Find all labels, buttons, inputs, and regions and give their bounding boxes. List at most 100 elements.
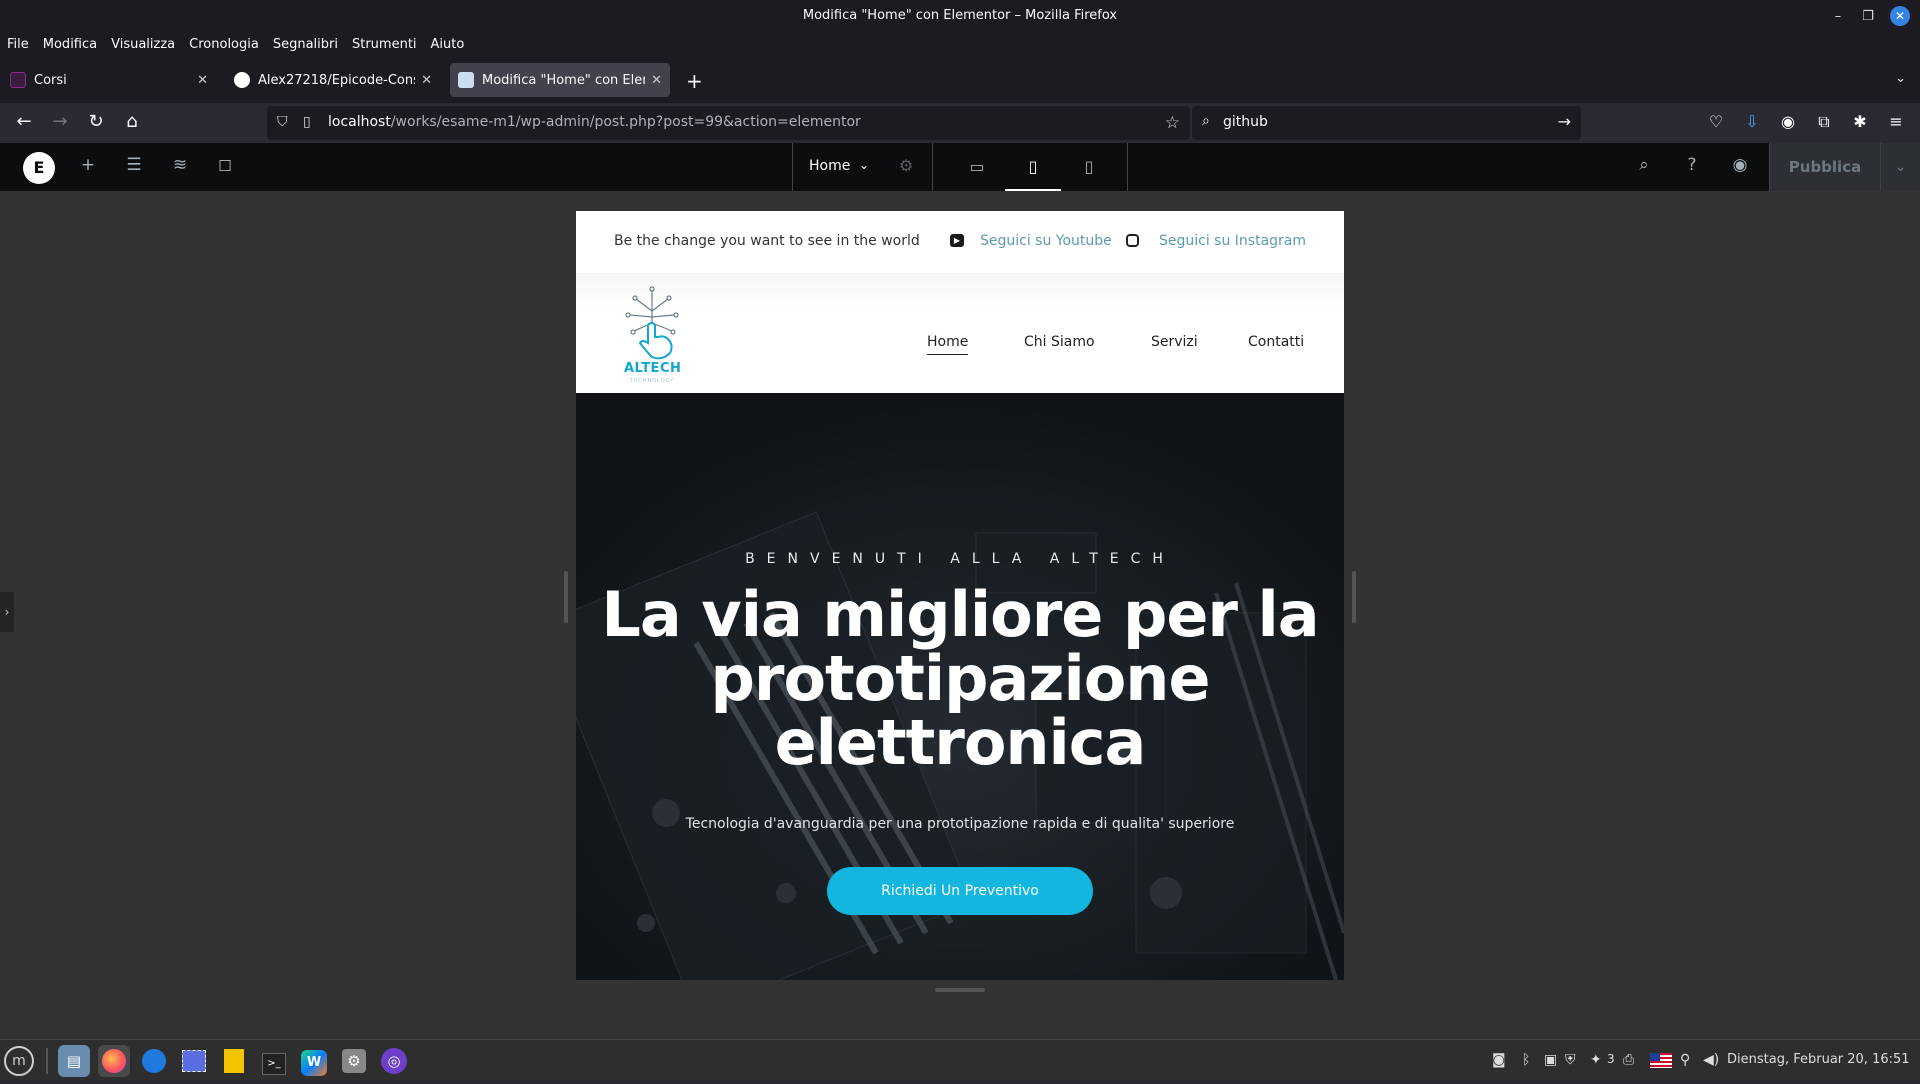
tab-label: Modifica "Home" con Elem (482, 72, 646, 88)
nav-servizi[interactable]: Servizi (1151, 334, 1198, 350)
forward-icon[interactable]: → (48, 111, 72, 132)
panel-toggle-chevron-icon[interactable]: › (0, 592, 14, 632)
close-window-icon[interactable]: ✕ (1890, 6, 1910, 26)
menu-strumenti[interactable]: Strumenti (352, 37, 417, 52)
menu-visualizza[interactable]: Visualizza (111, 37, 175, 52)
discord-tray-icon[interactable]: ◙ (1492, 1052, 1506, 1068)
page-selector[interactable]: Home ⌄ ⚙ (793, 143, 933, 191)
menu-modifica[interactable]: Modifica (43, 37, 97, 52)
menu-file[interactable]: File (7, 37, 29, 52)
resize-handle-right[interactable] (1352, 571, 1356, 623)
page-settings-gear-icon[interactable]: ⚙ (899, 156, 913, 175)
corsi-favicon-icon (10, 72, 26, 88)
logo-wordmark: ALTECH (624, 361, 682, 376)
security-shield-tray-icon[interactable]: ⛨ (1565, 1052, 1576, 1068)
navigation-toolbar: ← → ↻ ⌂ ⛉ ▯ localhost/works/esame-m1/wp-… (0, 103, 1920, 143)
clipboard-tray-icon[interactable]: ▣ (1544, 1052, 1557, 1068)
help-icon[interactable]: ? (1681, 155, 1703, 175)
nav-chi-siamo[interactable]: Chi Siamo (1024, 334, 1095, 350)
url-bar[interactable]: ⛉ ▯ localhost/works/esame-m1/wp-admin/po… (267, 106, 1190, 140)
menu-aiuto[interactable]: Aiuto (431, 37, 465, 52)
github-favicon-icon (234, 72, 250, 88)
network-tray-icon[interactable]: ⚲ (1680, 1052, 1690, 1068)
window-controls: – ❐ ✕ (1830, 6, 1910, 26)
hero-section: BENVENUTI ALLA ALTECH La via migliore pe… (576, 393, 1344, 980)
hero-title: La via migliore per la prototipazione el… (596, 583, 1324, 775)
preview-eye-icon[interactable]: ◉ (1729, 155, 1751, 175)
resize-handle-left[interactable] (564, 571, 568, 623)
url-text[interactable]: localhost/works/esame-m1/wp-admin/post.p… (328, 114, 861, 130)
list-all-tabs-icon[interactable]: ⌄ (1895, 71, 1906, 86)
hero-kicker: BENVENUTI ALLA ALTECH (745, 551, 1175, 567)
menu-segnalibri[interactable]: Segnalibri (273, 37, 338, 52)
updates-count: 3 (1607, 1052, 1615, 1066)
search-icon: ⌕ (1202, 113, 1210, 129)
printer-tray-icon[interactable]: ⎙ (1623, 1052, 1634, 1068)
pocket-icon[interactable]: ♡ (1706, 112, 1726, 131)
nav-home[interactable]: Home (927, 334, 969, 355)
elementor-page-controls: Home ⌄ ⚙ ▭ ▯ ▯ (792, 143, 1128, 191)
tracking-shield-icon[interactable]: ⛉ (277, 114, 288, 130)
elementor-logo-icon[interactable]: E (23, 152, 55, 184)
site-settings-icon[interactable]: ☰ (123, 155, 145, 175)
resize-handle-bottom[interactable] (935, 988, 985, 992)
extensions-icon[interactable]: ⧉ (1814, 112, 1834, 132)
nav-contatti[interactable]: Contatti (1248, 334, 1304, 350)
account-icon[interactable]: ◉ (1778, 112, 1798, 131)
screenshot-icon[interactable] (178, 1045, 210, 1077)
new-tab-icon[interactable]: + (686, 69, 703, 93)
github-desktop-icon[interactable]: ◎ (378, 1045, 410, 1077)
minimize-icon[interactable]: – (1830, 9, 1846, 24)
calculator-icon[interactable] (218, 1045, 250, 1077)
bluetooth-tray-icon[interactable]: ᛒ (1522, 1052, 1530, 1068)
back-icon[interactable]: ← (12, 111, 36, 132)
terminal-icon[interactable]: >_ (258, 1045, 290, 1077)
start-menu-icon[interactable]: m (4, 1046, 34, 1076)
hero-title-line-1: La via migliore per la (601, 578, 1319, 651)
site-header: ALTECH TECHNOLOGY Home Chi Siamo Servizi… (576, 273, 1344, 393)
volume-tray-icon[interactable]: ◀) (1703, 1052, 1719, 1068)
close-tab-icon[interactable]: ✕ (197, 73, 208, 88)
page-info-icon[interactable]: ▯ (303, 114, 311, 130)
tab-github[interactable]: Alex27218/Epicode-Conseg ✕ (226, 63, 440, 97)
instagram-link[interactable]: Seguici su Instagram (1159, 233, 1306, 249)
hamburger-menu-icon[interactable]: ≡ (1886, 112, 1906, 131)
request-quote-button[interactable]: Richiedi Un Preventivo (827, 867, 1093, 915)
maximize-icon[interactable]: ❐ (1860, 9, 1876, 24)
structure-layers-icon[interactable]: ≋ (169, 155, 191, 175)
tab-elementor[interactable]: Modifica "Home" con Elem ✕ (450, 63, 670, 97)
tablet-view-icon[interactable]: ▯ (1005, 143, 1061, 191)
publish-button[interactable]: Pubblica (1770, 143, 1880, 191)
youtube-link[interactable]: Seguici su Youtube (980, 233, 1112, 249)
tab-corsi[interactable]: Corsi ✕ (2, 63, 216, 97)
publish-options-chevron-icon[interactable]: ⌄ (1880, 143, 1920, 191)
home-icon[interactable]: ⌂ (120, 111, 144, 132)
downloads-icon[interactable]: ⇩ (1742, 112, 1762, 131)
chevron-down-icon: ⌄ (859, 158, 870, 172)
keyboard-layout-flag-icon[interactable] (1650, 1053, 1672, 1068)
close-tab-icon[interactable]: ✕ (651, 73, 662, 88)
system-clock[interactable]: Dienstag, Februar 20, 16:51 (1727, 1052, 1910, 1067)
file-manager-icon[interactable]: ▤ (58, 1045, 90, 1077)
add-element-icon[interactable]: + (77, 155, 99, 175)
desktop-view-icon[interactable]: ▭ (949, 143, 1005, 191)
notes-comment-icon[interactable]: ◻ (214, 155, 236, 175)
firefox-icon[interactable] (98, 1045, 130, 1077)
wordpress-favicon-icon (458, 72, 474, 88)
extension-puzzle-icon[interactable]: ✱ (1850, 112, 1870, 131)
system-taskbar: m ▤ >_ W ⚙ ◎ ◙ ᛒ ▣ ⛨ ✦ 3 ⎙ ⚲ ◀) Dienstag… (0, 1039, 1920, 1080)
thunderbird-icon[interactable] (138, 1045, 170, 1077)
settings-icon[interactable]: ⚙ (338, 1045, 370, 1077)
reload-icon[interactable]: ↻ (84, 111, 108, 132)
close-tab-icon[interactable]: ✕ (421, 73, 432, 88)
search-go-icon[interactable]: → (1558, 112, 1571, 131)
updates-tray-icon[interactable]: ✦ (1590, 1052, 1602, 1068)
tab-label: Corsi (34, 72, 67, 88)
finder-search-icon[interactable]: ⌕ (1633, 155, 1655, 175)
webstorm-icon[interactable]: W (298, 1045, 330, 1077)
bookmark-star-icon[interactable]: ☆ (1165, 113, 1180, 133)
mobile-view-icon[interactable]: ▯ (1061, 143, 1117, 191)
search-bar[interactable]: ⌕ github → (1192, 106, 1581, 140)
search-input[interactable]: github (1223, 114, 1268, 130)
menu-cronologia[interactable]: Cronologia (189, 37, 259, 52)
